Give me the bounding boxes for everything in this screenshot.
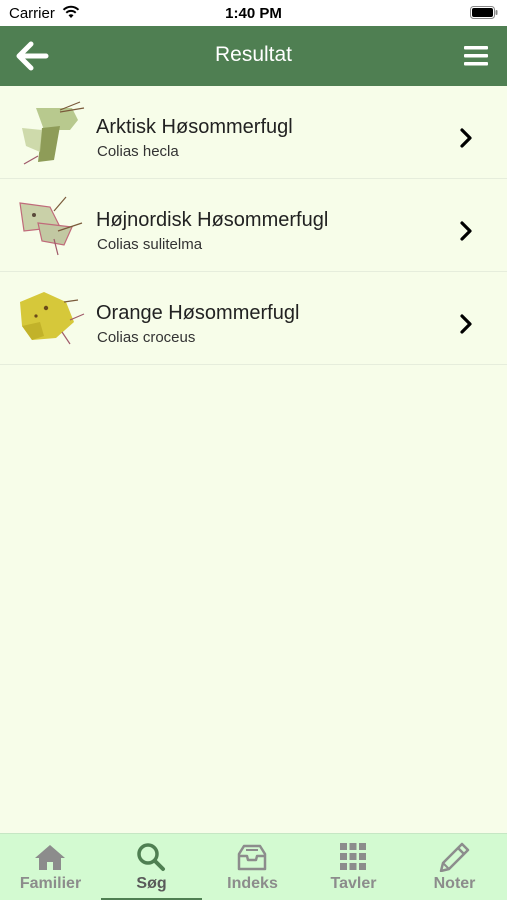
- tab-noter[interactable]: Noter: [404, 834, 505, 900]
- chevron-right-icon: [460, 314, 472, 334]
- list-item[interactable]: Højnordisk Høsommerfugl Colias sulitelma: [0, 179, 507, 272]
- tab-familier[interactable]: Familier: [0, 834, 101, 900]
- home-icon: [35, 845, 65, 870]
- tab-bar: Familier Søg Indeks Tavler Noter: [0, 833, 507, 900]
- species-latin-name: Colias croceus: [97, 329, 196, 346]
- pencil-icon: [439, 842, 470, 872]
- chevron-right-icon: [460, 128, 472, 148]
- hamburger-menu-icon[interactable]: [464, 45, 488, 67]
- clock: 1:40 PM: [225, 5, 282, 22]
- list-item[interactable]: Arktisk Høsommerfugl Colias hecla: [0, 86, 507, 179]
- tab-label: Søg: [136, 875, 167, 892]
- tab-sog[interactable]: Søg: [101, 834, 202, 900]
- tab-label: Noter: [433, 875, 476, 892]
- species-name: Orange Høsommerfugl: [96, 302, 300, 324]
- page-title: Resultat: [214, 43, 293, 66]
- navigation-bar: Resultat: [0, 26, 507, 86]
- status-bar: Carrier 1:40 PM: [0, 0, 507, 26]
- species-name: Højnordisk Høsommerfugl: [96, 209, 329, 231]
- butterfly-thumbnail: [19, 196, 83, 256]
- inbox-icon: [237, 844, 267, 871]
- tab-label: Familier: [19, 875, 82, 892]
- species-latin-name: Colias hecla: [97, 143, 179, 160]
- search-icon: [137, 843, 165, 871]
- species-name: Arktisk Høsommerfugl: [96, 116, 293, 138]
- tab-label: Tavler: [330, 875, 377, 892]
- species-latin-name: Colias sulitelma: [97, 236, 203, 253]
- chevron-right-icon: [460, 221, 472, 241]
- list-item[interactable]: Orange Høsommerfugl Colias croceus: [0, 272, 507, 365]
- tab-label: Indeks: [227, 875, 278, 892]
- grid-icon: [340, 843, 366, 870]
- battery-icon: [470, 6, 498, 19]
- results-list: Arktisk Høsommerfugl Colias hecla Højnor…: [0, 86, 507, 365]
- butterfly-thumbnail: [20, 292, 85, 345]
- tab-tavler[interactable]: Tavler: [303, 834, 404, 900]
- tab-indeks[interactable]: Indeks: [202, 834, 303, 900]
- butterfly-thumbnail: [22, 101, 85, 165]
